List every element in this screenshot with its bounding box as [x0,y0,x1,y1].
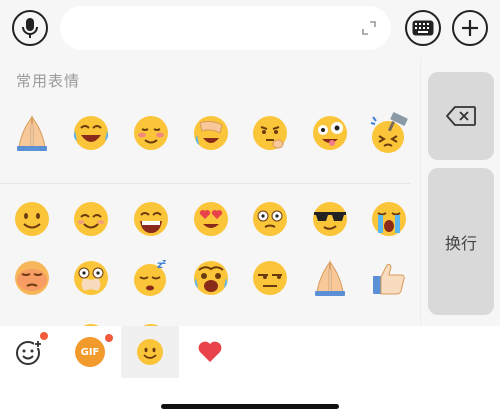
emoji-waving-hi[interactable] [66,308,116,326]
emoji-laughing-tears[interactable] [66,108,116,158]
emoji-folded-hands-2[interactable] [305,253,355,303]
voice-button[interactable] [12,10,48,46]
emoji-scared-crying[interactable] [186,253,236,303]
emoji-surprised-flushed[interactable] [245,194,295,244]
emoji-thinking-chin[interactable] [245,108,295,158]
heart-icon [198,341,222,362]
tab-gif[interactable]: GIF [61,326,119,378]
emoji-blush-shy[interactable] [126,108,176,158]
emoji-add-icon [16,340,42,365]
newline-key[interactable]: 换行 [428,168,494,315]
emoji-hammer-hit[interactable] [364,108,414,158]
emoji-facepalm-laugh[interactable] [186,108,236,158]
emoji-smirk-sideeye[interactable] [245,253,295,303]
notification-dot [105,334,113,342]
gif-label: GIF [80,346,100,358]
message-input[interactable] [60,6,391,50]
emoji-smile[interactable] [7,194,57,244]
emoji-thumbs-up[interactable] [364,253,414,303]
expand-icon[interactable] [361,20,377,36]
keyboard-switch-button[interactable] [405,10,441,46]
gif-icon: GIF [75,337,105,367]
emoji-loud-crying[interactable] [364,194,414,244]
emoji-laugh-partial[interactable] [126,308,176,326]
newline-label: 换行 [444,233,477,253]
plus-icon [462,20,478,36]
more-button[interactable] [452,10,488,46]
emoji-shushed-bandage[interactable] [66,253,116,303]
section-title-frequent: 常用表情 [16,72,81,90]
tab-emoji-add[interactable] [0,326,58,378]
delete-key[interactable] [428,72,494,160]
emoji-crazy-silly[interactable] [305,108,355,158]
yellow-face-icon [137,339,163,365]
emoji-angry-red[interactable] [7,253,57,303]
tab-favorites[interactable] [181,326,239,378]
emoji-sleepy-zzz[interactable]: z z [126,253,176,303]
emoji-folded-hands[interactable] [7,108,57,158]
notification-dot [40,332,48,340]
emoji-heart-eyes[interactable] [186,194,236,244]
microphone-icon [22,18,38,38]
home-indicator [161,404,339,409]
emoji-panel: 常用表情 z z [0,58,420,326]
keyboard-top-bar [0,0,500,58]
emoji-grin[interactable] [126,194,176,244]
section-divider [0,183,410,184]
panel-separator [420,58,421,326]
emoji-happy-smile[interactable] [66,194,116,244]
backspace-icon [446,106,476,126]
emoji-sunglasses-cool[interactable] [305,194,355,244]
svg-text:z: z [162,258,166,266]
tab-emoji[interactable] [121,326,179,378]
keyboard-icon [412,20,434,36]
